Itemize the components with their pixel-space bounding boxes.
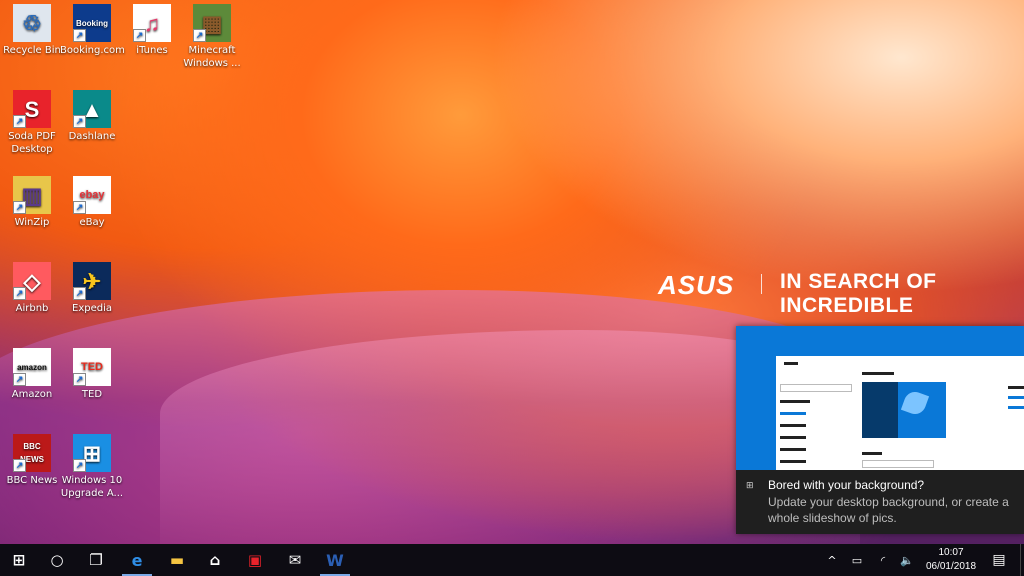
desktop-icon[interactable]: ⊞ ↗ Windows 10 Upgrade A...: [60, 430, 124, 500]
shortcut-arrow-icon: ↗: [13, 115, 26, 128]
action-center-icon[interactable]: ▤: [986, 544, 1012, 576]
desktop-icon[interactable]: ♲ Recycle Bin: [0, 0, 64, 57]
shortcut-arrow-icon: ↗: [133, 29, 146, 42]
clock-date: 06/01/2018: [925, 561, 977, 572]
desktop-icon[interactable]: ♫ ↗ iTunes: [120, 0, 184, 57]
toast-title: Bored with your background?: [768, 478, 925, 492]
mail-icon: ✉: [288, 551, 302, 569]
desktop-icon[interactable]: ✈ ↗ Expedia: [60, 258, 124, 315]
word-icon: W: [326, 550, 344, 570]
desktop-icon-label: Windows 10 Upgrade A...: [60, 475, 124, 499]
show-hidden-icons-chevron-icon[interactable]: ^: [822, 544, 842, 576]
windows-upgrade-icon: ⊞ ↗: [73, 434, 111, 472]
start-icon: ⊞: [12, 551, 26, 569]
shortcut-arrow-icon: ↗: [73, 29, 86, 42]
desktop-icon-label: Dashlane: [68, 131, 116, 142]
dashlane-icon: ▲ ↗: [73, 90, 111, 128]
shortcut-arrow-icon: ↗: [73, 373, 86, 386]
winzip-icon: ▥ ↗: [13, 176, 51, 214]
clock[interactable]: 10:07 06/01/2018: [912, 546, 990, 574]
desktop-icon-label: Minecraft Windows ...: [183, 45, 241, 69]
desktop-icon-label: Amazon: [11, 389, 53, 400]
desktop-icon-label: Airbnb: [15, 303, 49, 314]
shortcut-arrow-icon: ↗: [73, 459, 86, 472]
toast-body: ⊞ Bored with your background? Update you…: [736, 470, 1024, 534]
clock-time: 10:07: [938, 547, 964, 558]
desktop-icon-label: Booking.com: [60, 45, 125, 56]
desktop-icon[interactable]: ebay ↗ eBay: [60, 172, 124, 229]
store-icon: ⌂: [209, 551, 221, 569]
task-view-button[interactable]: ❐: [77, 544, 115, 576]
minecraft-icon: ▦ ↗: [193, 4, 231, 42]
desktop-icon-label: TED: [81, 389, 103, 400]
edge-icon: e: [131, 550, 143, 570]
mail-button[interactable]: ✉: [276, 544, 314, 576]
toast-hero-image: [736, 326, 1024, 470]
settings-app-icon: ⊞: [746, 481, 754, 491]
desktop-icon-label: eBay: [79, 217, 105, 228]
branding-separator: [761, 274, 762, 294]
shortcut-arrow-icon: ↗: [13, 201, 26, 214]
desktop-icon[interactable]: S ↗ Soda PDF Desktop: [0, 86, 64, 156]
wifi-icon[interactable]: ◜: [872, 544, 894, 576]
shortcut-arrow-icon: ↗: [13, 287, 26, 300]
search-button[interactable]: ○: [38, 544, 76, 576]
soda-pdf-icon: S ↗: [13, 90, 51, 128]
desktop-icon[interactable]: TED ↗ TED: [60, 344, 124, 401]
taskbar: ⊞ ○ ❐ e ▬ ⌂ ▣ ✉ W ^ ▭ ◜ 🔈 10:07 06/01/2018 ▤: [0, 544, 1024, 576]
desktop-icon[interactable]: amazon ↗ Amazon: [0, 344, 64, 401]
desktop-icon[interactable]: ▲ ↗ Dashlane: [60, 86, 124, 143]
edge-button[interactable]: e: [118, 544, 156, 576]
show-desktop-button[interactable]: [1020, 544, 1024, 576]
asus-tagline: IN SEARCH OF INCREDIBLE: [780, 270, 937, 317]
itunes-icon: ♫ ↗: [133, 4, 171, 42]
start-button[interactable]: ⊞: [0, 544, 38, 576]
file-explorer-icon: ▬: [169, 551, 185, 569]
battery-icon[interactable]: ▭: [846, 544, 868, 576]
background-preview-image: [862, 382, 946, 438]
bbc-news-icon: BBC NEWS ↗: [13, 434, 51, 472]
desktop-icon-label: iTunes: [136, 45, 168, 56]
store-button[interactable]: ⌂: [196, 544, 234, 576]
amazon-icon: amazon ↗: [13, 348, 51, 386]
shortcut-arrow-icon: ↗: [73, 115, 86, 128]
desktop-icon-label: Soda PDF Desktop: [8, 131, 56, 155]
task-view-icon: ❐: [89, 551, 103, 569]
shortcut-arrow-icon: ↗: [13, 459, 26, 472]
airbnb-icon: ◇ ↗: [13, 262, 51, 300]
search-icon: ○: [50, 551, 64, 569]
asus-logo: ASUS: [658, 270, 735, 300]
shortcut-arrow-icon: ↗: [13, 373, 26, 386]
desktop-icon[interactable]: ◇ ↗ Airbnb: [0, 258, 64, 315]
desktop-icon-label: WinZip: [14, 217, 50, 228]
notification-toast[interactable]: ⊞ Bored with your background? Update you…: [736, 326, 1024, 534]
shortcut-arrow-icon: ↗: [73, 201, 86, 214]
desktop-icon-label: BBC News: [6, 475, 58, 486]
expedia-icon: ✈ ↗: [73, 262, 111, 300]
gift-app-button[interactable]: ▣: [236, 544, 274, 576]
ted-icon: TED ↗: [73, 348, 111, 386]
toast-message: Update your desktop background, or creat…: [768, 495, 1009, 525]
settings-window-illustration: [776, 356, 1024, 470]
shortcut-arrow-icon: ↗: [73, 287, 86, 300]
gift-app-icon: ▣: [247, 551, 263, 569]
desktop-icon-label: Expedia: [72, 303, 112, 314]
word-button[interactable]: W: [316, 544, 354, 576]
ebay-icon: ebay ↗: [73, 176, 111, 214]
desktop-icon[interactable]: BBC NEWS ↗ BBC News: [0, 430, 64, 487]
recycle-bin-icon: ♲: [13, 4, 51, 42]
shortcut-arrow-icon: ↗: [193, 29, 206, 42]
desktop-icon[interactable]: ▦ ↗ Minecraft Windows ...: [180, 0, 244, 70]
booking-icon: Booking ↗: [73, 4, 111, 42]
file-explorer-button[interactable]: ▬: [158, 544, 196, 576]
desktop-icon[interactable]: Booking ↗ Booking.com: [60, 0, 125, 57]
desktop-icon[interactable]: ▥ ↗ WinZip: [0, 172, 64, 229]
desktop-icon-label: Recycle Bin: [3, 45, 61, 56]
